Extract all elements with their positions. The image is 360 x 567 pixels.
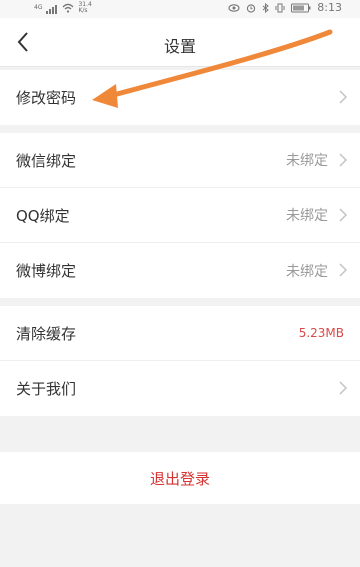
header: 设置 <box>0 18 360 67</box>
alarm-icon <box>247 3 256 13</box>
vibrate-icon <box>275 3 285 12</box>
weibo-binding-status: 未绑定 <box>286 263 328 280</box>
weibo-binding-item[interactable]: 微博绑定 未绑定 <box>0 243 360 298</box>
bluetooth-icon <box>262 2 270 13</box>
status-left: 4G 31.4 K/s <box>34 2 92 14</box>
page-title: 设置 <box>163 37 196 56</box>
network-type: 4G <box>34 4 43 11</box>
about-us-item[interactable]: 关于我们 <box>0 361 360 416</box>
chevron-right-icon <box>339 381 348 395</box>
wechat-binding-label: 微信绑定 <box>16 151 77 170</box>
change-password-item[interactable]: 修改密码 <box>0 70 360 125</box>
about-us-label: 关于我们 <box>16 380 77 398</box>
logout-button[interactable]: 退出登录 <box>0 452 360 504</box>
eye-icon <box>228 3 240 12</box>
wechat-binding-item[interactable]: 微信绑定 未绑定 <box>0 133 360 188</box>
change-password-label: 修改密码 <box>16 89 77 107</box>
clear-cache-item[interactable]: 清除缓存 5.23MB <box>0 306 360 361</box>
signal-icon <box>46 3 58 14</box>
wifi-icon <box>63 3 74 13</box>
net-speed: 31.4 K/s <box>78 2 91 14</box>
chevron-right-icon <box>339 263 348 277</box>
status-time: 8:13 <box>317 1 342 14</box>
status-bar: 4G 31.4 K/s 8:13 <box>0 0 360 18</box>
chevron-right-icon <box>339 90 348 104</box>
battery-icon <box>291 3 311 12</box>
qq-binding-item[interactable]: QQ绑定 未绑定 <box>0 188 360 243</box>
weibo-binding-label: 微博绑定 <box>16 262 77 280</box>
wechat-binding-status: 未绑定 <box>286 153 328 169</box>
chevron-right-icon <box>339 208 348 222</box>
status-right: 8:13 <box>228 1 342 14</box>
clear-cache-label: 清除缓存 <box>16 324 77 343</box>
cache-size: 5.23MB <box>298 326 344 340</box>
logout-label: 退出登录 <box>149 469 210 488</box>
chevron-right-icon <box>339 153 348 167</box>
qq-binding-status: 未绑定 <box>286 208 328 224</box>
qq-binding-label: QQ绑定 <box>16 206 70 225</box>
net-speed-unit: K/s <box>78 7 88 14</box>
